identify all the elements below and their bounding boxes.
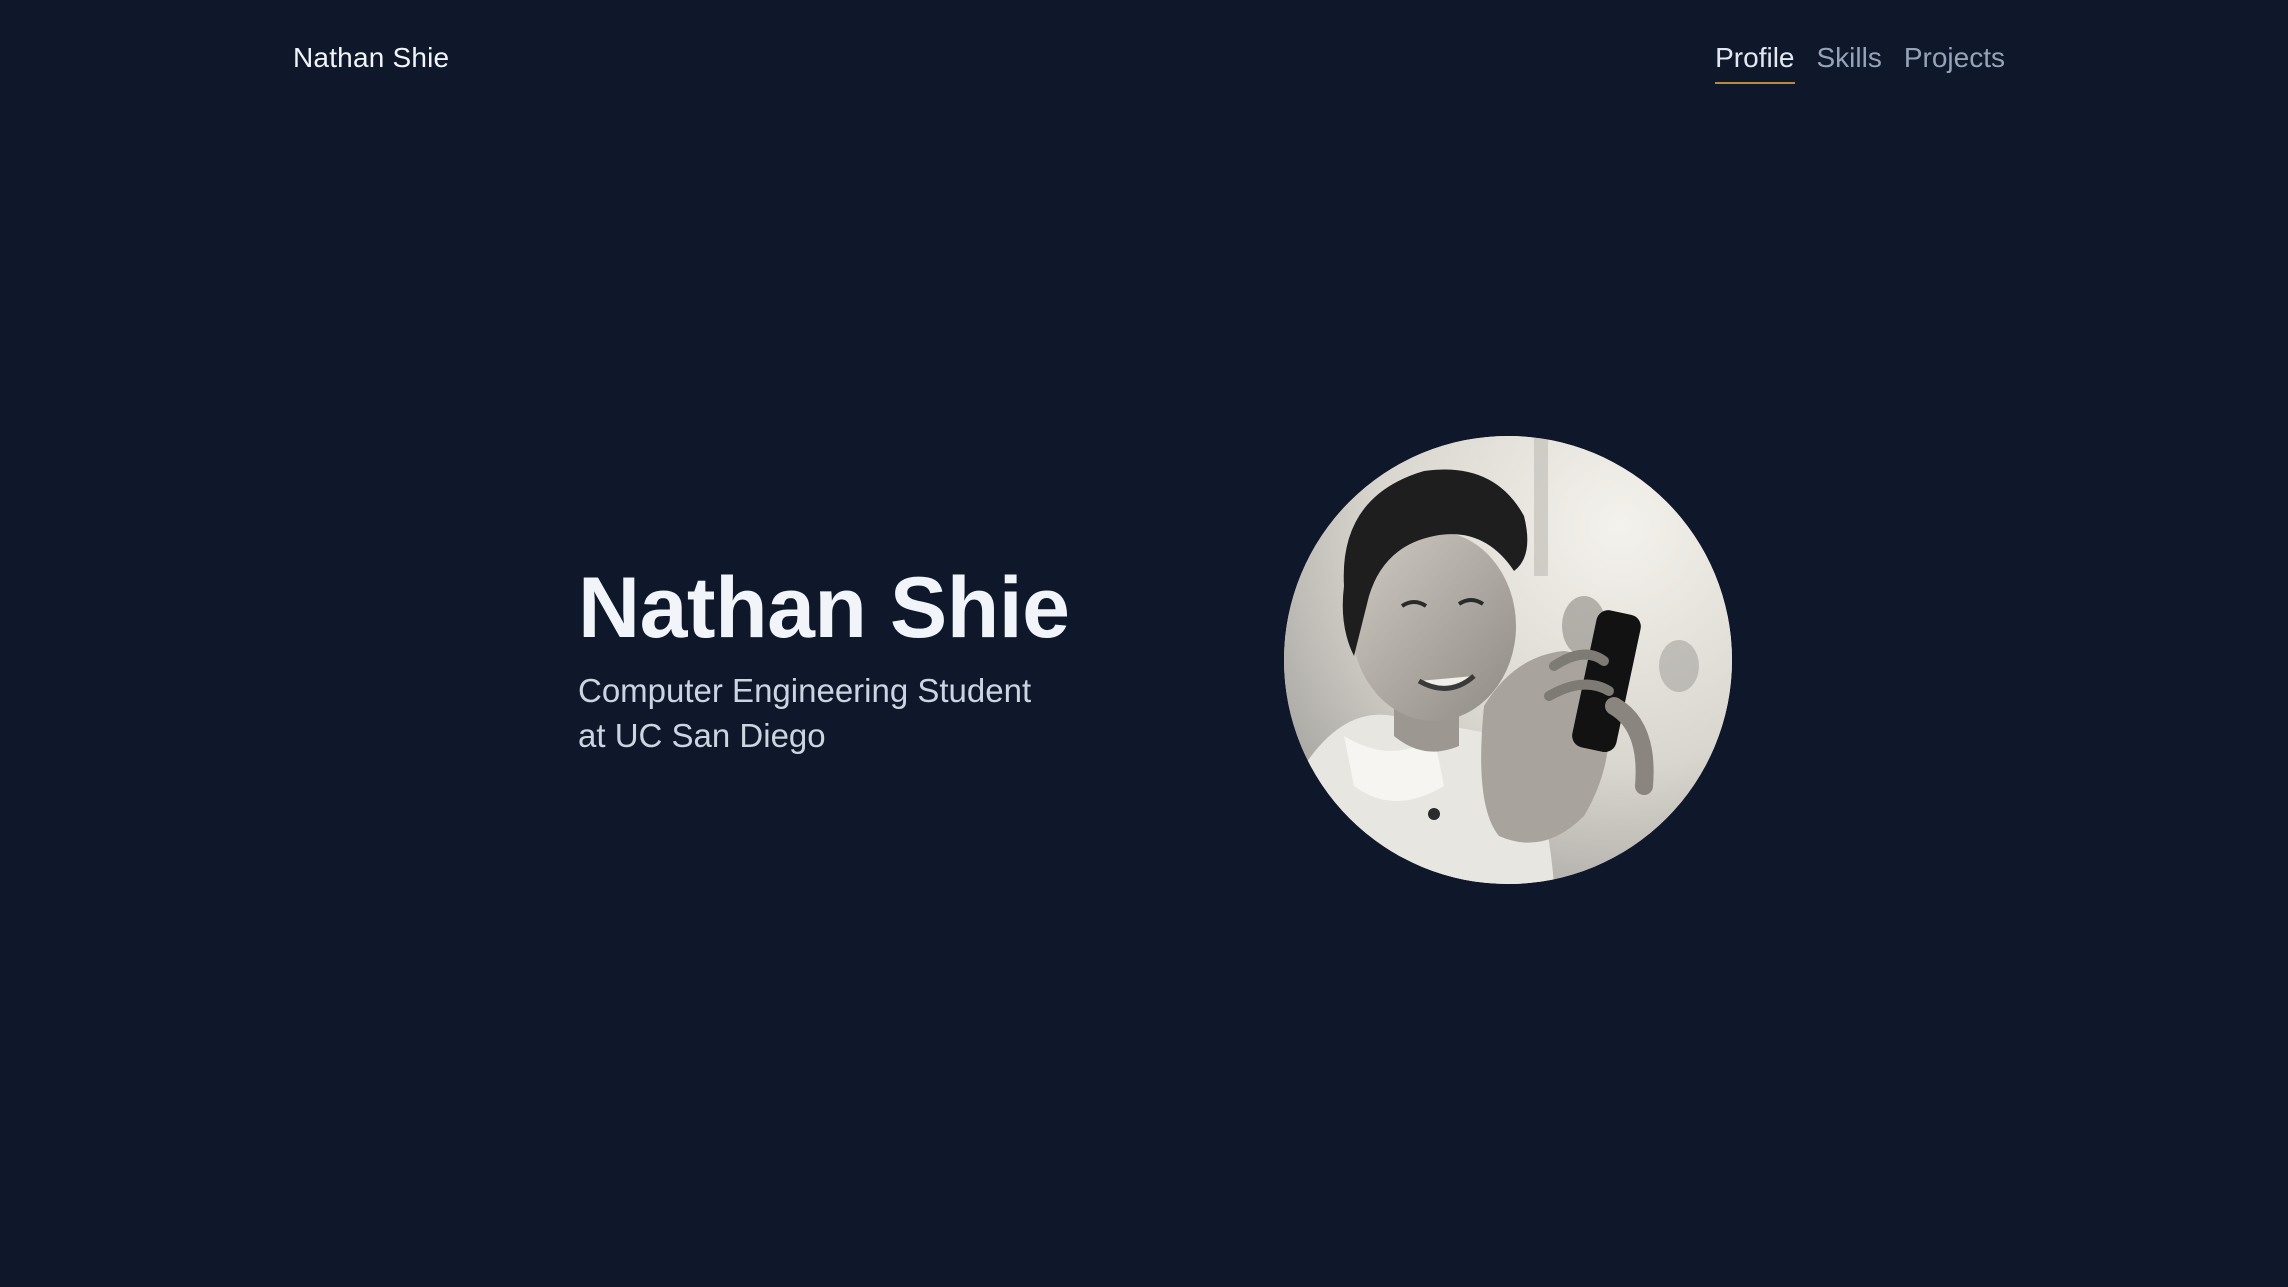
- hero-subtitle: Computer Engineering Student at UC San D…: [578, 672, 1032, 754]
- nav-link-profile[interactable]: Profile: [1715, 38, 1795, 84]
- profile-photo-illustration: [1284, 436, 1732, 884]
- hero-section: Nathan Shie Computer Engineering Student…: [578, 558, 1070, 758]
- top-nav: Profile Skills Projects: [1715, 38, 2005, 84]
- brand-link[interactable]: Nathan Shie: [293, 38, 449, 78]
- profile-photo: [1284, 436, 1732, 884]
- nav-link-skills[interactable]: Skills: [1817, 38, 1882, 82]
- hero-name: Nathan Shie: [578, 560, 1070, 656]
- page: Nathan Shie Profile Skills Projects Nath…: [0, 0, 2288, 1287]
- nav-link-projects[interactable]: Projects: [1904, 38, 2005, 82]
